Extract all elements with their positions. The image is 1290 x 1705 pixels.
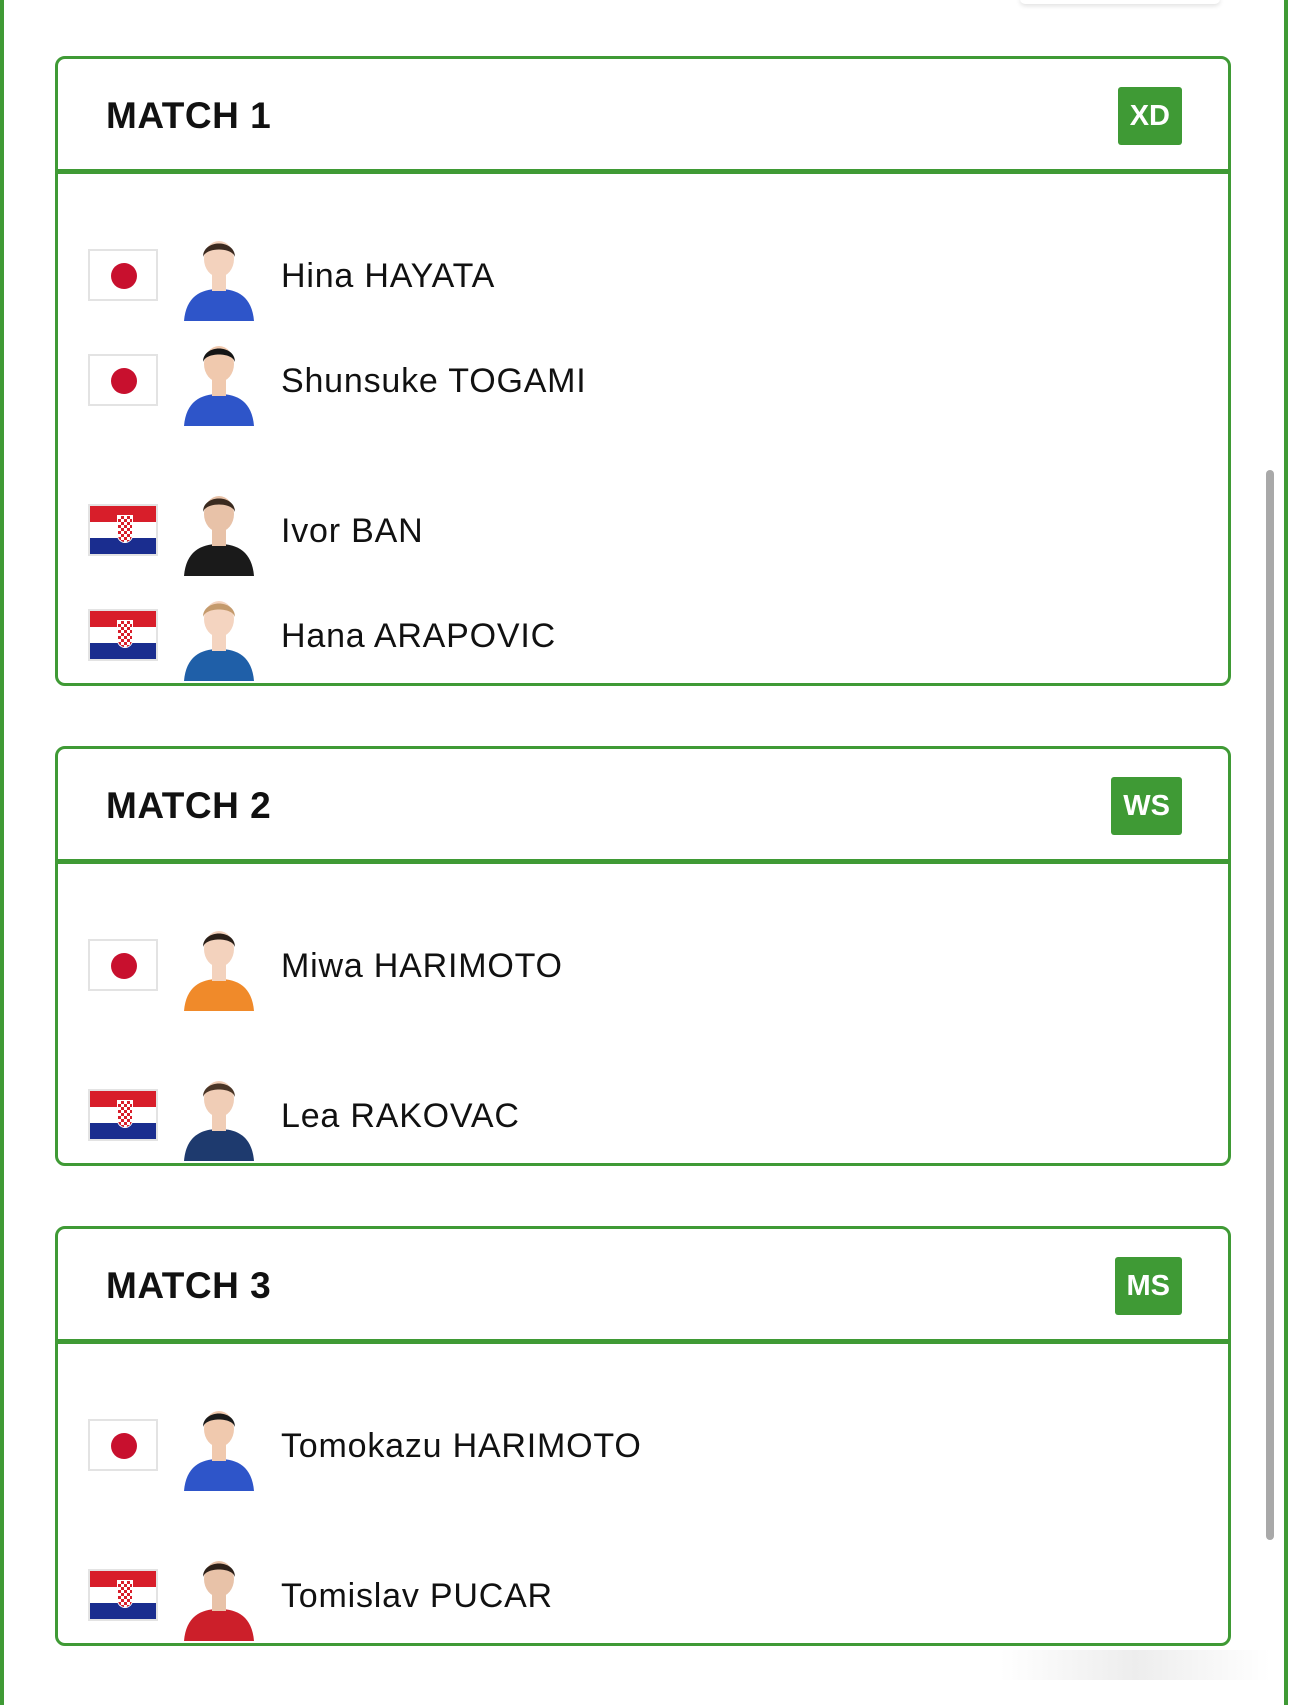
croatia-flag-icon [88,1089,158,1141]
bottom-edge-shadow [1000,1650,1270,1680]
match-title: MATCH 1 [106,95,272,136]
scrollbar[interactable] [1266,470,1274,1540]
match-header: MATCH 2 WS [58,749,1228,864]
person-icon [184,496,254,576]
player-name: Miwa HARIMOTO [281,947,563,985]
player-row[interactable]: Shunsuke TOGAMI [58,332,1228,428]
top-card-edge [1020,0,1220,4]
player-row[interactable]: Ivor BAN [58,482,1228,578]
player-avatar [180,229,258,321]
match-card-1[interactable]: MATCH 1 XD Hina HAYATA Shunsuke TOGAMI I… [55,56,1231,686]
player-row[interactable]: Tomislav PUCAR [58,1547,1228,1643]
match-title: MATCH 2 [106,785,272,826]
japan-flag-icon [88,354,158,406]
japan-flag-icon [88,249,158,301]
player-name: Tomislav PUCAR [281,1577,553,1615]
japan-flag-icon [88,1419,158,1471]
croatia-flag-icon [88,1569,158,1621]
person-icon [184,601,254,681]
player-avatar [180,484,258,576]
player-row[interactable]: Lea RAKOVAC [58,1067,1228,1163]
event-type-badge: WS [1111,777,1182,835]
person-icon [184,931,254,1011]
player-avatar [180,1549,258,1641]
person-icon [184,346,254,426]
match-header: MATCH 1 XD [58,59,1228,174]
player-avatar [180,1069,258,1161]
player-name: Shunsuke TOGAMI [281,362,587,400]
player-row[interactable]: Hana ARAPOVIC [58,587,1228,683]
croatia-flag-icon [88,609,158,661]
player-name: Hina HAYATA [281,257,496,295]
player-name: Ivor BAN [281,512,424,550]
event-type-badge: XD [1117,87,1182,145]
match-header: MATCH 3 MS [58,1229,1228,1344]
person-icon [184,1081,254,1161]
player-avatar [180,919,258,1011]
page-border-right [1284,0,1288,1705]
player-avatar [180,334,258,426]
match-card-2[interactable]: MATCH 2 WS Miwa HARIMOTO Lea RAKOVAC [55,746,1231,1166]
player-row[interactable]: Tomokazu HARIMOTO [58,1397,1228,1493]
player-name: Tomokazu HARIMOTO [281,1427,642,1465]
person-icon [184,1561,254,1641]
player-avatar [180,1399,258,1491]
event-type-badge: MS [1114,1257,1182,1315]
person-icon [184,241,254,321]
japan-flag-icon [88,939,158,991]
person-icon [184,1411,254,1491]
player-row[interactable]: Miwa HARIMOTO [58,917,1228,1013]
croatia-flag-icon [88,504,158,556]
player-row[interactable]: Hina HAYATA [58,227,1228,323]
player-avatar [180,589,258,681]
player-name: Lea RAKOVAC [281,1097,520,1135]
match-title: MATCH 3 [106,1265,272,1306]
player-name: Hana ARAPOVIC [281,617,556,655]
match-card-3[interactable]: MATCH 3 MS Tomokazu HARIMOTO Tomislav PU… [55,1226,1231,1646]
page-border-left [0,0,4,1705]
